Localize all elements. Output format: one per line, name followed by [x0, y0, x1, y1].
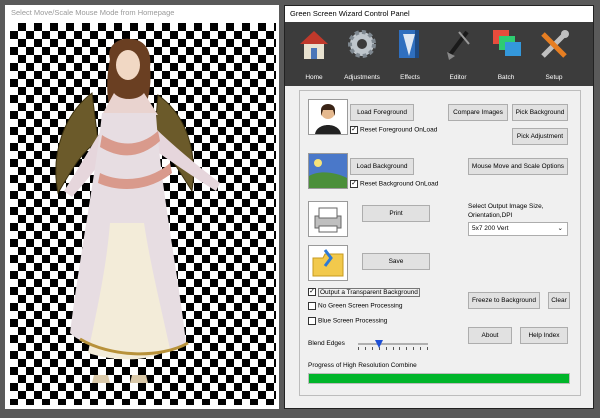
print-thumbnail — [308, 201, 348, 237]
checkbox-label: No Green Screen Processing — [318, 302, 403, 310]
brush-icon — [447, 30, 470, 60]
checkbox-box[interactable] — [308, 317, 316, 325]
progress-fill — [309, 374, 569, 383]
pick-adjustment-button[interactable]: Pick Adjustment — [512, 128, 568, 145]
toolbar-label: Editor — [449, 74, 467, 81]
compare-images-button[interactable]: Compare Images — [448, 104, 508, 121]
checkbox-box[interactable]: ✓ — [308, 288, 316, 296]
checkbox-box[interactable]: ✓ — [350, 180, 358, 188]
gear-icon — [348, 30, 376, 58]
person-icon — [315, 104, 341, 134]
tools-icon — [541, 30, 569, 58]
background-thumbnail — [308, 153, 348, 189]
output-size-label: Select Output Image Size, Orientation,DP… — [468, 203, 544, 219]
chevron-down-icon: ⌄ — [557, 225, 563, 232]
toolbar-label: Home — [305, 74, 323, 81]
slider-tick — [364, 347, 366, 350]
printer-icon — [314, 207, 342, 233]
save-button[interactable]: Save — [362, 253, 430, 270]
slider-tick — [358, 347, 359, 350]
slider-ticks — [358, 347, 428, 351]
slider-thumb[interactable] — [375, 340, 383, 348]
clear-button[interactable]: Clear — [548, 292, 570, 309]
toolbar-batch-button[interactable]: Batch — [483, 24, 529, 84]
home-panel: Load Foreground ✓ Reset Foreground OnLoad… — [299, 90, 581, 396]
foreground-thumbnail — [308, 99, 348, 135]
load-background-button[interactable]: Load Background — [350, 158, 414, 175]
slider-track — [358, 343, 428, 345]
freeze-to-background-button[interactable]: Freeze to Background — [468, 292, 540, 309]
toolbar-editor-button[interactable]: Editor — [435, 24, 481, 84]
slider-tick — [399, 347, 401, 350]
control-panel-window: Green Screen Wizard Control Panel Home A… — [284, 5, 594, 409]
toolbar-effects-button[interactable]: Effects — [387, 24, 433, 84]
toolbar: Home Adjustments Effects Editor Batch Se… — [285, 22, 593, 86]
slider-tick — [420, 347, 422, 350]
help-index-button[interactable]: Help Index — [520, 327, 568, 344]
pick-background-button[interactable]: Pick Background — [512, 104, 568, 121]
blend-edges-slider[interactable] — [358, 338, 428, 352]
reset-foreground-checkbox[interactable]: ✓ Reset Foreground OnLoad — [350, 126, 437, 134]
slider-tick — [406, 347, 408, 350]
load-foreground-button[interactable]: Load Foreground — [350, 104, 414, 121]
checkbox-label: Output a Transparent Background — [318, 287, 420, 297]
print-button[interactable]: Print — [362, 205, 430, 222]
transparent-background-checkbox[interactable]: ✓ Output a Transparent Background — [308, 287, 420, 297]
toolbar-setup-button[interactable]: Setup — [531, 24, 577, 84]
toolbar-label: Batch — [497, 74, 515, 81]
preview-title: Select Move/Scale Mouse Mode from Homepa… — [5, 5, 279, 21]
transparent-canvas[interactable] — [10, 23, 276, 405]
batch-icon — [493, 30, 521, 56]
toolbar-label: Adjustments — [344, 74, 380, 81]
output-size-select[interactable]: 5x7 200 Vert ⌄ — [468, 222, 568, 236]
house-icon — [300, 31, 328, 59]
landscape-icon — [309, 154, 347, 188]
about-button[interactable]: About — [468, 327, 512, 344]
toolbar-adjustments-button[interactable]: Adjustments — [339, 24, 385, 84]
checkbox-box[interactable]: ✓ — [350, 126, 358, 134]
angel-figurine-image — [55, 38, 220, 383]
checkbox-box[interactable] — [308, 302, 316, 310]
slider-tick — [371, 347, 373, 350]
folder-save-icon — [312, 249, 344, 277]
reset-background-checkbox[interactable]: ✓ Reset Background OnLoad — [350, 180, 438, 188]
slider-tick — [427, 347, 428, 350]
output-size-value: 5x7 200 Vert — [472, 225, 509, 232]
save-thumbnail — [308, 245, 348, 281]
checkbox-label: Reset Foreground OnLoad — [360, 126, 438, 134]
blue-screen-checkbox[interactable]: Blue Screen Processing — [308, 317, 387, 325]
slider-tick — [385, 347, 387, 350]
checkbox-label: Reset Background OnLoad — [360, 180, 439, 188]
checkbox-label: Blue Screen Processing — [318, 317, 388, 325]
mouse-move-scale-button[interactable]: Mouse Move and Scale Options — [468, 158, 568, 175]
effects-icon — [399, 30, 419, 58]
preview-window: Select Move/Scale Mouse Mode from Homepa… — [5, 5, 279, 409]
panel-title: Green Screen Wizard Control Panel — [285, 6, 593, 22]
slider-tick — [392, 347, 394, 350]
blend-edges-label: Blend Edges — [308, 340, 345, 347]
no-green-screen-checkbox[interactable]: No Green Screen Processing — [308, 302, 403, 310]
toolbar-label: Setup — [545, 74, 563, 81]
slider-tick — [413, 347, 415, 350]
progress-label: Progress of High Resolution Combine — [308, 362, 417, 369]
toolbar-label: Effects — [400, 74, 420, 81]
progress-bar — [308, 373, 570, 384]
toolbar-home-button[interactable]: Home — [291, 24, 337, 84]
